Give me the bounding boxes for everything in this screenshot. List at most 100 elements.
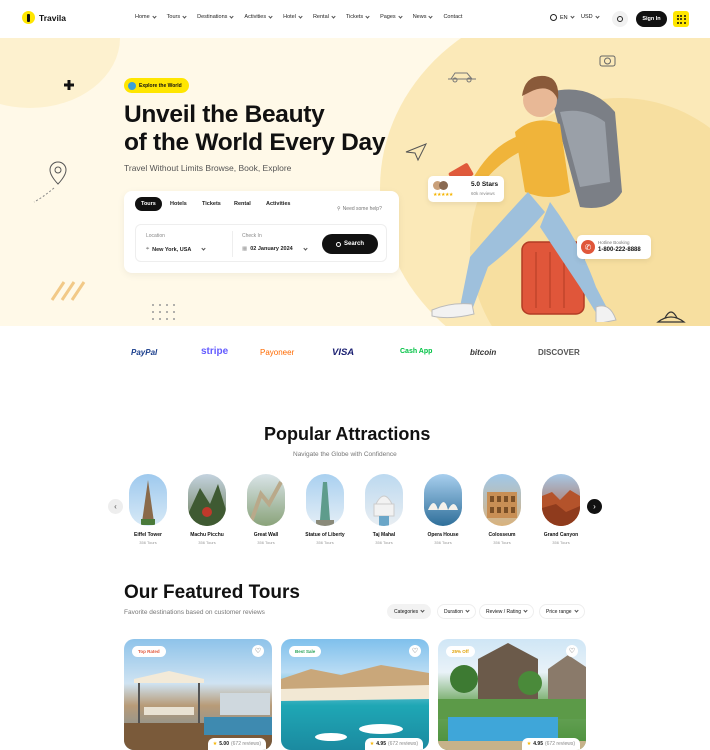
tour-card[interactable]: Best Sale ♡ ★ 4.95 (672 reviews) xyxy=(281,639,429,750)
partner-discover: DISCOVER xyxy=(538,348,580,357)
attraction-card-great-wall[interactable]: Great Wall 356 Tours xyxy=(240,474,292,545)
attraction-image xyxy=(129,474,167,526)
checkin-field[interactable]: ▦ 02 January 2024 xyxy=(242,245,308,252)
nav-item-tours[interactable]: Tours xyxy=(167,13,187,20)
filter-review-rating[interactable]: Review / Rating xyxy=(479,604,535,619)
nav-item-rental[interactable]: Rental xyxy=(313,13,336,20)
location-value: New York, USA xyxy=(152,246,192,253)
chevron-down-icon xyxy=(420,608,425,613)
tour-card[interactable]: 25% Off ♡ ★ 4.95 (672 reviews) xyxy=(438,639,586,750)
filter-label: Duration xyxy=(444,608,463,615)
tour-reviews: (672 reviews) xyxy=(544,741,575,747)
partner-visa: VISA xyxy=(332,347,355,358)
heart-icon[interactable]: ♡ xyxy=(409,645,421,657)
currency-selector[interactable]: USD xyxy=(581,13,600,20)
phone-icon: ✆ xyxy=(581,240,595,254)
attraction-card-machu-picchu[interactable]: Machu Picchu 356 Tours xyxy=(181,474,233,545)
partners-strip: PayPal stripe Payoneer VISA Cash App bit… xyxy=(0,326,710,382)
attraction-image xyxy=(483,474,521,526)
help-link[interactable]: ⚲ Need some help? xyxy=(337,206,382,212)
chevron-down-icon xyxy=(331,13,336,19)
tour-card[interactable]: Top Rated ♡ ★ 5.00 (672 reviews) xyxy=(124,639,272,750)
hotline-card[interactable]: ✆ Hotline Booking 1-800-222-8888 xyxy=(577,235,651,259)
star-icon: ★ xyxy=(526,741,532,747)
attraction-name: Taj Mahal xyxy=(372,532,396,538)
attractions-prev-button[interactable]: ‹ xyxy=(108,499,123,514)
attraction-card-taj-mahal[interactable]: Taj Mahal 356 Tours xyxy=(358,474,410,545)
theme-toggle-button[interactable] xyxy=(612,11,628,27)
tab-rental[interactable]: Rental xyxy=(234,201,251,207)
machu-picchu-image xyxy=(188,484,226,526)
partner-payoneer: Payoneer xyxy=(260,348,295,357)
attractions-title: Popular Attractions xyxy=(264,424,431,444)
tab-tickets[interactable]: Tickets xyxy=(202,201,221,207)
location-label: Location xyxy=(146,233,165,239)
chevron-down-icon xyxy=(398,13,403,19)
hero-title-line2: of the World Every Day xyxy=(124,129,386,156)
chevron-down-icon xyxy=(268,13,273,19)
tour-rating-value: 5.00 xyxy=(219,741,229,747)
arrow-right-icon: › xyxy=(593,502,596,511)
filter-duration[interactable]: Duration xyxy=(437,604,476,619)
chevron-down-icon xyxy=(365,13,370,19)
attractions-next-button[interactable]: › xyxy=(587,499,602,514)
attraction-card-opera-house[interactable]: Opera House 356 Tours xyxy=(417,474,469,545)
menu-grid-button[interactable] xyxy=(673,11,689,27)
currency-value: USD xyxy=(581,14,593,20)
nav-item-tickets[interactable]: Tickets xyxy=(346,13,370,20)
nav-item-activities[interactable]: Activities xyxy=(244,13,273,20)
attraction-name: Opera House xyxy=(427,532,459,538)
heart-icon[interactable]: ♡ xyxy=(566,645,578,657)
main-menu: Home Tours Destinations Activities Hotel… xyxy=(135,13,473,20)
hotline-number: 1-800-222-8888 xyxy=(598,247,641,253)
tab-hotels[interactable]: Hotels xyxy=(170,201,187,207)
attraction-name: Eiffel Tower xyxy=(134,532,162,538)
tour-rating-value: 4.95 xyxy=(376,741,386,747)
attraction-count: 356 Tours xyxy=(139,540,157,545)
chevron-down-icon xyxy=(523,608,528,613)
search-button[interactable]: Search xyxy=(322,234,378,254)
palm-icon xyxy=(22,11,35,24)
brand-logo[interactable]: Travila xyxy=(22,11,66,24)
attraction-count: 356 Tours xyxy=(375,540,393,545)
chevron-down-icon xyxy=(182,13,187,19)
search-button-label: Search xyxy=(343,241,364,247)
nav-item-contact[interactable]: Contact xyxy=(443,14,462,20)
hat-icon xyxy=(656,311,686,323)
calendar-icon: ▦ xyxy=(242,246,248,252)
filter-price-range[interactable]: Price range xyxy=(539,604,585,619)
signin-button[interactable]: Sign In xyxy=(636,11,667,27)
language-selector[interactable]: EN xyxy=(550,14,575,21)
tour-tag: 25% Off xyxy=(446,646,475,657)
checkin-value: 02 January 2024 xyxy=(250,246,293,252)
nav-item-pages[interactable]: Pages xyxy=(380,13,403,20)
hero-section: Explore the World Unveil the Beauty of t… xyxy=(0,38,710,326)
attraction-card-grand-canyon[interactable]: Grand Canyon 356 Tours xyxy=(535,474,587,545)
opera-house-image xyxy=(428,502,458,510)
partner-cashapp: Cash App xyxy=(400,348,433,355)
rating-card: ★★★★★ 5.0 Stars 60k reviews xyxy=(428,176,504,202)
tab-activities[interactable]: Activities xyxy=(266,201,290,207)
chevron-down-icon xyxy=(152,13,157,19)
great-wall-image xyxy=(249,481,283,523)
tour-reviews: (672 reviews) xyxy=(387,741,418,747)
search-card: Tours Hotels Tickets Rental Activities ⚲… xyxy=(124,191,399,273)
tour-rating: ★ 4.95 (672 reviews) xyxy=(364,738,423,750)
heart-icon[interactable]: ♡ xyxy=(252,645,264,657)
top-navbar: Travila Home Tours Destinations Activiti… xyxy=(0,0,710,38)
location-field[interactable]: ⌖ New York, USA xyxy=(146,246,206,253)
partner-stripe: stripe xyxy=(201,346,229,357)
search-icon xyxy=(335,241,341,247)
nav-item-news[interactable]: News xyxy=(413,13,434,20)
nav-item-home[interactable]: Home xyxy=(135,13,157,20)
attraction-card-eiffel[interactable]: Eiffel Tower 356 Tours xyxy=(122,474,174,545)
hero-blob xyxy=(0,38,120,108)
eiffel-tower-image xyxy=(141,480,155,525)
tab-tours[interactable]: Tours xyxy=(135,197,162,211)
nav-item-hotel[interactable]: Hotel xyxy=(283,13,303,20)
attraction-card-statue-of-liberty[interactable]: Statue of Liberty 356 Tours xyxy=(299,474,351,545)
partner-bitcoin: bitcoin xyxy=(470,348,497,357)
nav-item-destinations[interactable]: Destinations xyxy=(197,13,235,20)
filter-categories[interactable]: Categories xyxy=(387,604,432,619)
attraction-card-colosseum[interactable]: Colosseum 356 Tours xyxy=(476,474,528,545)
